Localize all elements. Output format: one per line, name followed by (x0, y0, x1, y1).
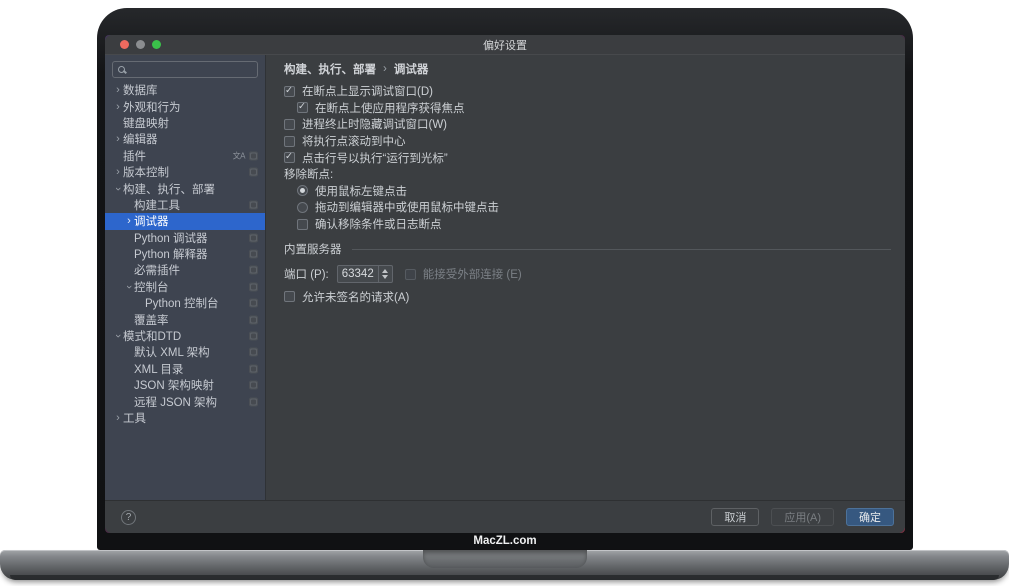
sidebar-item-build-execution-deployment[interactable]: › 构建、执行、部署 (105, 180, 265, 196)
chevron-right-icon: › (113, 167, 123, 177)
laptop-brand-label: MacZL.com (97, 535, 913, 551)
sidebar-item-build-tools[interactable]: › 构建工具 (105, 197, 265, 213)
checkbox-accept-external-connections (405, 269, 416, 280)
checkbox-focus-app-on-breakpoint[interactable] (297, 102, 308, 113)
option-row: 点击行号以执行“运行到光标” (284, 149, 905, 166)
breadcrumb: 构建、执行、部署 › 调试器 (284, 61, 905, 76)
ok-button[interactable]: 确定 (846, 508, 894, 526)
sidebar-item-python-interpreter[interactable]: › Python 解释器 (105, 246, 265, 262)
sidebar-item-coverage[interactable]: › 覆盖率 (105, 311, 265, 327)
checkbox-confirm-remove-conditional[interactable] (297, 219, 308, 230)
translated-badge-icon (249, 348, 258, 357)
settings-sidebar: › 数据库 › 外观和行为 › 键盘映射 › 编 (105, 55, 266, 500)
checkbox-click-line-run-to-cursor[interactable] (284, 152, 295, 163)
sidebar-item-debugger[interactable]: › 调试器 (105, 213, 265, 229)
sidebar-item-appearance[interactable]: › 外观和行为 (105, 98, 265, 114)
chevron-right-icon: › (124, 216, 134, 226)
preferences-window: 偏好设置 › 数据库 › (105, 35, 905, 533)
spinner-down-icon[interactable] (382, 275, 388, 279)
port-spinner (337, 265, 393, 283)
sidebar-item-schemas-dtd[interactable]: › 模式和DTD (105, 328, 265, 344)
traffic-lights (120, 40, 161, 49)
translated-badge-icon (249, 299, 258, 308)
sidebar-item-python-console[interactable]: › Python 控制台 (105, 295, 265, 311)
option-row: 确认移除条件或日志断点 (297, 216, 905, 233)
option-row: 使用鼠标左键点击 (297, 183, 905, 200)
sidebar-search[interactable] (112, 61, 258, 78)
translated-badge-icon (249, 151, 258, 160)
sidebar-item-xml-catalog[interactable]: › XML 目录 (105, 361, 265, 377)
remove-breakpoints-label-row: 移除断点: (284, 166, 905, 183)
laptop-base (0, 550, 1009, 580)
option-row: 拖动到编辑器中或使用鼠标中键点击 (297, 199, 905, 216)
chevron-down-icon: › (124, 282, 134, 292)
checkbox-allow-unsigned-requests[interactable] (284, 291, 295, 302)
spinner-arrows[interactable] (378, 266, 392, 282)
translated-badge-icon (249, 381, 258, 390)
translated-badge-icon (249, 364, 258, 373)
translated-badge-icon (249, 282, 258, 291)
sidebar-item-database[interactable]: › 数据库 (105, 82, 265, 98)
builtin-server-section-header: 内置服务器 (284, 241, 905, 257)
laptop-lid: 偏好设置 › 数据库 › (97, 8, 913, 550)
laptop-base-rim (10, 575, 999, 580)
option-row: 在断点上使应用程序获得焦点 (297, 100, 905, 117)
search-input[interactable] (129, 63, 252, 77)
sidebar-item-plugins[interactable]: › 插件 文A (105, 148, 265, 164)
chevron-right-icon: › (113, 413, 123, 423)
minimize-window-icon[interactable] (136, 40, 145, 49)
port-input[interactable] (338, 266, 378, 282)
translated-badge-icon (249, 233, 258, 242)
checkbox-show-debug-window[interactable] (284, 86, 295, 97)
window-footer: ? 取消 应用(A) 确定 (105, 500, 905, 533)
sidebar-item-required-plugins[interactable]: › 必需插件 (105, 262, 265, 278)
breadcrumb-separator-icon: › (383, 63, 387, 75)
spinner-up-icon[interactable] (382, 269, 388, 273)
window-titlebar: 偏好设置 (105, 35, 905, 55)
help-button[interactable]: ? (121, 510, 136, 525)
sidebar-item-console[interactable]: › 控制台 (105, 279, 265, 295)
laptop-lid-notch (423, 550, 587, 568)
search-icon (118, 66, 125, 73)
translated-badge-icon (249, 200, 258, 209)
translated-badge-icon (249, 315, 258, 324)
radio-drag-or-middle-click[interactable] (297, 202, 308, 213)
chevron-right-icon: › (113, 85, 123, 95)
radio-left-click[interactable] (297, 185, 308, 196)
option-row: 进程终止时隐藏调试窗口(W) (284, 116, 905, 133)
sidebar-item-default-xml-schemas[interactable]: › 默认 XML 架构 (105, 344, 265, 360)
translated-badge-icon (249, 397, 258, 406)
chevron-down-icon: › (113, 184, 123, 194)
cancel-button[interactable]: 取消 (711, 508, 759, 526)
option-row: 允许未签名的请求(A) (284, 288, 905, 305)
port-row: 端口 (P): 能接受外部连接 (E) (284, 265, 905, 283)
close-window-icon[interactable] (120, 40, 129, 49)
sidebar-item-tools[interactable]: › 工具 (105, 410, 265, 426)
sidebar-item-keymap[interactable]: › 键盘映射 (105, 115, 265, 131)
window-title: 偏好设置 (105, 37, 905, 53)
option-row: 在断点上显示调试窗口(D) (284, 83, 905, 100)
sidebar-item-editor[interactable]: › 编辑器 (105, 131, 265, 147)
checkbox-scroll-to-center[interactable] (284, 136, 295, 147)
sidebar-item-remote-json-schemas[interactable]: › 远程 JSON 架构 (105, 393, 265, 409)
laptop-screen: 偏好设置 › 数据库 › (105, 35, 905, 533)
chevron-down-icon: › (113, 331, 123, 341)
translated-badge-icon (249, 266, 258, 275)
translate-icon: 文A (233, 151, 245, 160)
section-divider (352, 249, 892, 250)
checkbox-hide-debug-window[interactable] (284, 119, 295, 130)
chevron-right-icon: › (113, 102, 123, 112)
zoom-window-icon[interactable] (152, 40, 161, 49)
translated-badge-icon (249, 250, 258, 259)
chevron-right-icon: › (113, 134, 123, 144)
option-row: 将执行点滚动到中心 (284, 133, 905, 150)
translated-badge-icon (249, 332, 258, 341)
sidebar-item-version-control[interactable]: › 版本控制 (105, 164, 265, 180)
sidebar-item-python-debugger[interactable]: › Python 调试器 (105, 230, 265, 246)
sidebar-item-json-schema-mappings[interactable]: › JSON 架构映射 (105, 377, 265, 393)
settings-tree: › 数据库 › 外观和行为 › 键盘映射 › 编 (105, 82, 265, 426)
debugger-settings-panel: 构建、执行、部署 › 调试器 在断点上显示调试窗口(D) 在断点上使应用程序获得… (266, 55, 905, 500)
apply-button[interactable]: 应用(A) (771, 508, 834, 526)
translated-badge-icon (249, 168, 258, 177)
